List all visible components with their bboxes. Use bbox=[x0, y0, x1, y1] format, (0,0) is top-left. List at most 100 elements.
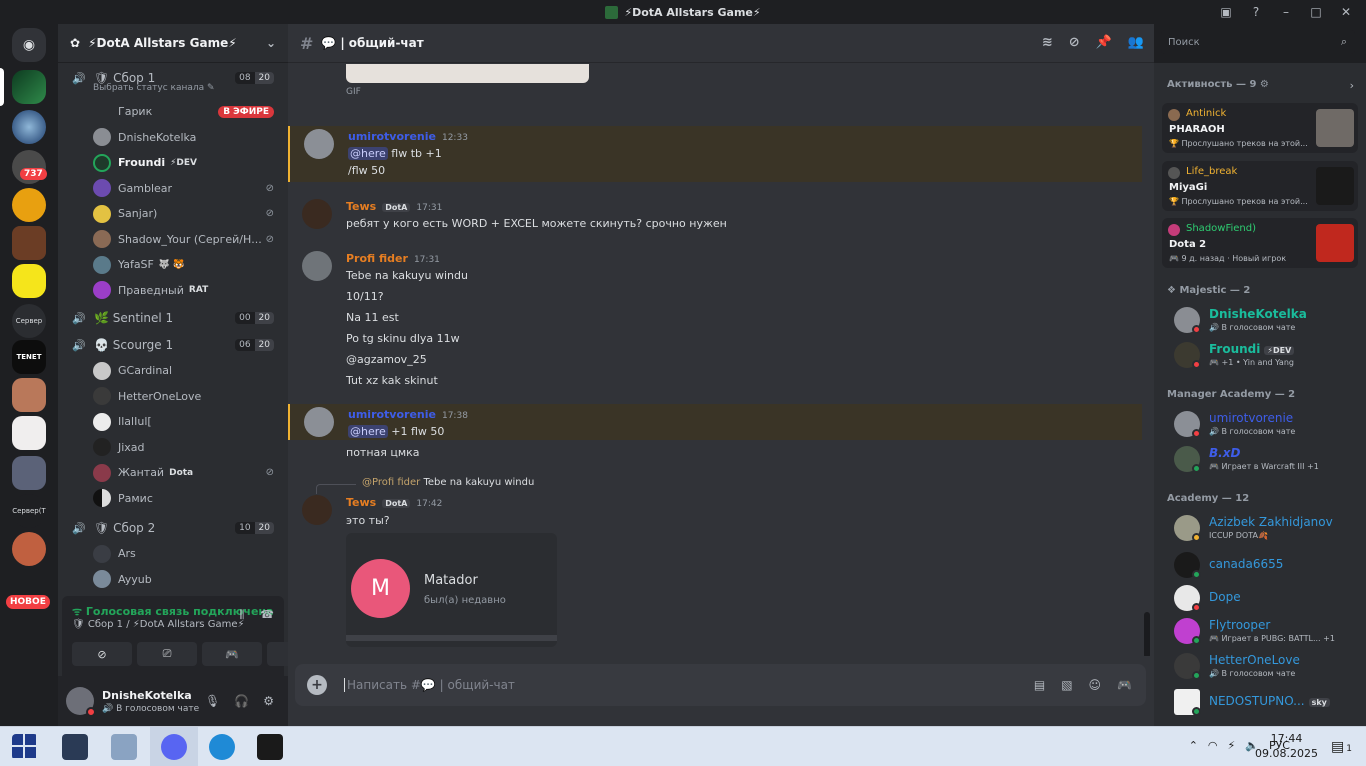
headphones-icon[interactable]: 🎧 bbox=[234, 694, 249, 708]
search-input[interactable]: Поиск ⌕ bbox=[1161, 30, 1355, 54]
voice-user[interactable]: GCardinal bbox=[58, 358, 288, 384]
member-item[interactable]: Froundi ⚡DEV 🎮 +1 • Yin and Yang bbox=[1174, 340, 1359, 372]
author-name[interactable]: Profi fider bbox=[346, 252, 408, 265]
message[interactable]: umirotvorenie 12:33 @here flw tb +1 /flw … bbox=[288, 126, 1142, 182]
camera-off-button[interactable]: ⊘ bbox=[72, 642, 132, 666]
profile-card[interactable]: M Matador был(а) недавно bbox=[346, 533, 557, 647]
power-icon[interactable]: ⚡ bbox=[1228, 739, 1236, 752]
voice-user[interactable]: Sanjar) ⊘ bbox=[58, 201, 288, 227]
avatar[interactable] bbox=[302, 199, 332, 229]
author-name[interactable]: Tews bbox=[346, 200, 376, 213]
notification-center-icon[interactable]: ▤ 1 bbox=[1331, 739, 1352, 755]
user-info[interactable]: DnisheKotelka 🔊 В голосовом чате bbox=[102, 689, 199, 714]
server-icon[interactable] bbox=[12, 456, 46, 490]
mention[interactable]: @here bbox=[348, 147, 388, 160]
server-icon[interactable] bbox=[12, 70, 46, 104]
avatar[interactable] bbox=[66, 687, 96, 717]
wifi-icon[interactable]: ◠ bbox=[1208, 739, 1218, 752]
message[interactable]: Profi fider 17:31 Tebe na kakuyu windu 10… bbox=[288, 248, 1142, 394]
server-icon[interactable] bbox=[12, 378, 46, 412]
voice-user[interactable]: HetterOneLove bbox=[58, 384, 288, 410]
maximize-button[interactable]: □ bbox=[1308, 5, 1324, 19]
soundboard-icon[interactable]: ⫼ bbox=[239, 608, 244, 622]
mail-icon[interactable] bbox=[62, 734, 88, 760]
windows-start-icon[interactable] bbox=[12, 734, 38, 760]
server-icon[interactable] bbox=[12, 110, 46, 144]
close-button[interactable]: ✕ bbox=[1338, 5, 1354, 19]
sticker-icon[interactable]: ▧ bbox=[1061, 678, 1072, 692]
screen-share-button[interactable]: ⎚ bbox=[137, 642, 197, 666]
voice-user[interactable]: Жантай Dota ⊘ bbox=[58, 460, 288, 486]
author-name[interactable]: umirotvorenie bbox=[348, 130, 436, 143]
guild-header[interactable]: ✿ ⚡DotA Allstars Game⚡ ⌄ bbox=[58, 24, 288, 63]
author-name[interactable]: Tews bbox=[346, 496, 376, 509]
microphone-icon[interactable]: 🎙 bbox=[205, 694, 220, 708]
voice-user[interactable]: Ayyub bbox=[58, 567, 288, 593]
home-button[interactable]: ◉ bbox=[12, 28, 46, 62]
calculator-icon[interactable] bbox=[111, 734, 137, 760]
discord-app-icon[interactable] bbox=[161, 734, 187, 760]
server-icon[interactable]: Сервер bbox=[12, 304, 46, 338]
avatar[interactable] bbox=[302, 495, 332, 525]
voice-user[interactable]: Рамис bbox=[58, 486, 288, 512]
gif-icon[interactable]: ▤ bbox=[1034, 678, 1045, 692]
member-item[interactable]: NEDOSTUPNO... sky bbox=[1174, 687, 1359, 719]
edge-browser-icon[interactable] bbox=[209, 734, 235, 760]
member-item[interactable]: umirotvorenie 🔊 В голосовом чате bbox=[1174, 409, 1359, 441]
member-item[interactable]: B.xD 🎮 Играет в Warcraft III +1 bbox=[1174, 444, 1359, 476]
voice-user[interactable]: Праведный RAT bbox=[58, 278, 288, 304]
voice-user[interactable]: IlalIul[ bbox=[58, 409, 288, 435]
reply-preview[interactable]: @Profi fider Tebe na kakuyu windu bbox=[362, 477, 534, 488]
voice-location[interactable]: 🛡 Сбор 1 / ⚡DotA Allstars Game⚡ bbox=[72, 619, 245, 630]
server-icon[interactable] bbox=[12, 264, 46, 298]
server-icon[interactable] bbox=[12, 416, 46, 450]
message[interactable]: umirotvorenie 17:38 @here +1 flw 50 bbox=[288, 404, 1142, 440]
member-item[interactable]: Dope bbox=[1174, 583, 1359, 615]
member-item[interactable]: Azizbek Zakhidjanov ICCUP DOTA🍂 bbox=[1174, 513, 1359, 545]
activities-button[interactable]: 🎮 bbox=[202, 642, 262, 666]
voice-user[interactable]: Gamblear ⊘ bbox=[58, 176, 288, 202]
message-input[interactable]: Написать #💬 | общий-чат bbox=[344, 678, 515, 692]
voice-channel[interactable]: 🔊 🛡 Сбор 2 10 20 bbox=[58, 515, 288, 541]
avatar[interactable] bbox=[304, 129, 334, 159]
mention[interactable]: @here bbox=[348, 425, 388, 438]
voice-user[interactable]: Shadow_Your (Сергей/Н... ⊘ bbox=[58, 227, 288, 253]
minimize-button[interactable]: – bbox=[1278, 5, 1294, 19]
pin-icon[interactable]: 📌 bbox=[1096, 35, 1112, 50]
author-name[interactable]: umirotvorenie bbox=[348, 408, 436, 421]
avatar[interactable] bbox=[304, 407, 334, 437]
avatar[interactable] bbox=[302, 251, 332, 281]
help-icon[interactable]: ? bbox=[1248, 5, 1264, 19]
member-item[interactable]: HetterOneLove 🔊 В голосовом чате bbox=[1174, 651, 1359, 683]
voice-user[interactable]: Jixad bbox=[58, 435, 288, 461]
notification-bell-icon[interactable]: ⊘ bbox=[1069, 35, 1080, 50]
message[interactable]: Tews DotA 17:31 ребят у кого есть WORD + E… bbox=[288, 196, 1142, 236]
voice-user[interactable]: DnisheKotelka bbox=[58, 125, 288, 151]
gif-preview[interactable] bbox=[346, 64, 589, 83]
voice-channel[interactable]: 🔊 🌿 Sentinel 1 00 20 bbox=[58, 305, 288, 331]
disconnect-icon[interactable]: ☎ bbox=[260, 608, 274, 622]
settings-gear-icon[interactable]: ⚙ bbox=[263, 694, 274, 708]
voice-channel[interactable]: 🔊 💀 Scourge 1 06 20 bbox=[58, 332, 288, 358]
chevron-right-icon[interactable]: › bbox=[1350, 79, 1354, 92]
member-list-icon[interactable]: 👥 bbox=[1128, 35, 1144, 50]
server-icon[interactable]: TENET bbox=[12, 340, 46, 374]
activity-card[interactable]: Antinick PHARAOH 🏆 Прослушано треков на … bbox=[1162, 103, 1358, 153]
activities-icon[interactable]: 🎮 bbox=[1117, 678, 1132, 692]
voice-user[interactable]: Ars bbox=[58, 541, 288, 567]
server-icon[interactable]: Сервер(Т bbox=[12, 494, 46, 528]
member-item[interactable]: DnisheKotelka 🔊 В голосовом чате bbox=[1174, 305, 1359, 337]
emoji-icon[interactable]: ☺ bbox=[1089, 678, 1102, 692]
add-attachment-button[interactable]: + bbox=[307, 675, 327, 695]
voice-user[interactable]: Froundi ⚡DEV bbox=[58, 150, 288, 176]
server-icon[interactable] bbox=[12, 532, 46, 566]
clock[interactable]: 17:44 09.08.2025 bbox=[1255, 731, 1318, 761]
activity-card[interactable]: Life_break MiyaGi 🏆 Прослушано треков на… bbox=[1162, 161, 1358, 211]
server-icon[interactable] bbox=[12, 226, 46, 260]
scrollbar[interactable] bbox=[1144, 612, 1150, 656]
battle-net-icon[interactable] bbox=[257, 734, 283, 760]
voice-user[interactable]: Гарик В ЭФИРЕ bbox=[58, 99, 288, 125]
threads-icon[interactable]: ≋ bbox=[1042, 35, 1053, 50]
inbox-icon[interactable]: ▣ bbox=[1218, 5, 1234, 19]
member-item[interactable]: Flytrooper 🎮 Играет в PUBG: BATTL... +1 bbox=[1174, 616, 1359, 648]
